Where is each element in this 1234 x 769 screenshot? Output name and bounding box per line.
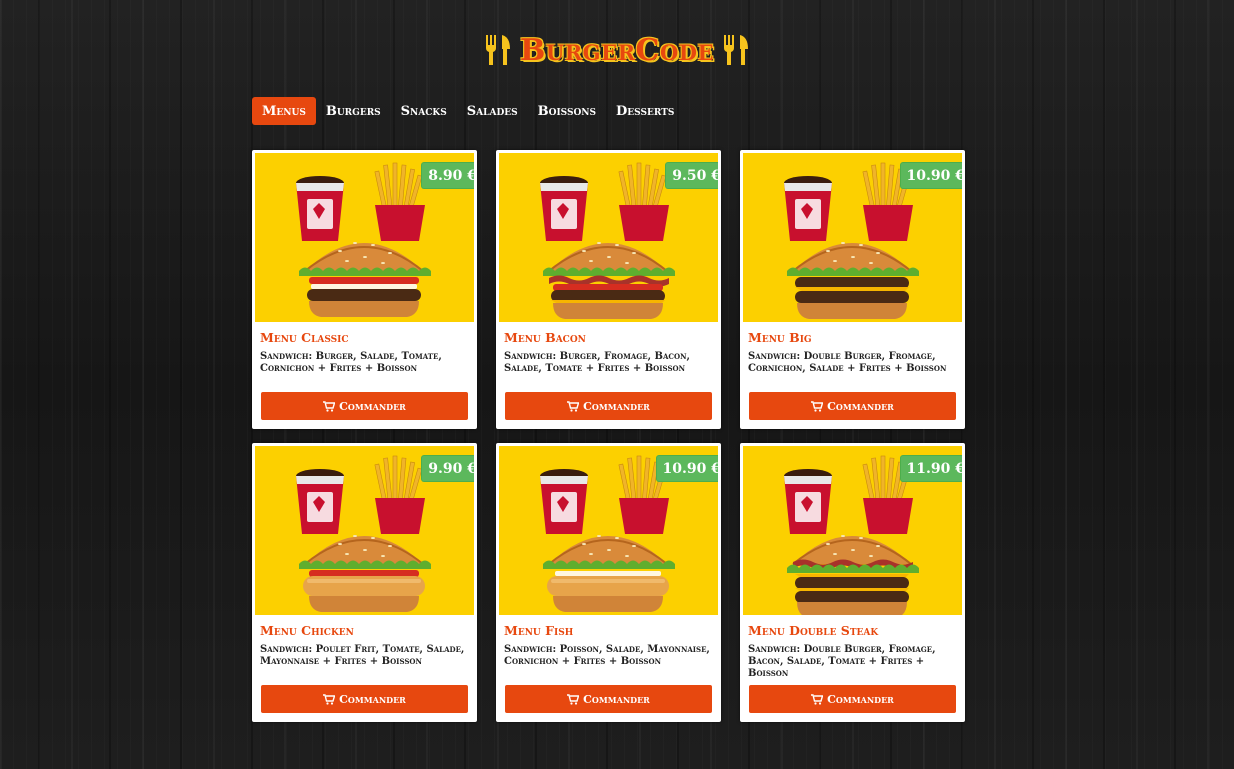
tab-boissons[interactable]: Boissons (528, 97, 606, 125)
price-badge: 10.90 € (900, 163, 962, 188)
menu-image: 10.90 € (743, 153, 962, 322)
menu-title: Menu Double Steak (748, 623, 879, 638)
menu-title: Menu Fish (504, 623, 574, 638)
burger-icon (543, 535, 675, 612)
menu-description: Sandwich: Burger, Fromage, Bacon, Salade… (504, 351, 690, 374)
cart-icon (567, 400, 580, 412)
utensils-icon (486, 35, 511, 65)
order-button-label: Commander (827, 692, 894, 706)
drink-icon (540, 469, 588, 534)
cart-icon (567, 693, 580, 705)
menu-image: 9.50 € (499, 153, 718, 322)
card-body: Menu Fish Sandwich: Poisson, Salade, May… (499, 615, 718, 680)
menu-image: 9.90 € (255, 446, 474, 615)
price-badge: 11.90 € (900, 456, 962, 481)
burger-icon (543, 242, 675, 319)
drink-icon (540, 176, 588, 241)
order-button[interactable]: Commander (505, 392, 712, 420)
menu-card: 10.90 € Menu Big Sandwich: Double Burger… (740, 150, 965, 429)
order-button-label: Commander (339, 399, 406, 413)
menu-description: Sandwich: Poulet Frit, Tomate, Salade, M… (260, 644, 465, 667)
menu-grid: 8.90 € Menu Classic Sandwich: Burger, Sa… (252, 150, 965, 722)
order-button[interactable]: Commander (261, 685, 468, 713)
menu-card: 9.90 € Menu Chicken Sandwich: Poulet Fri… (252, 443, 477, 722)
card-body: Menu Big Sandwich: Double Burger, Fromag… (743, 322, 962, 387)
burger-icon (299, 535, 431, 612)
card-body: Menu Classic Sandwich: Burger, Salade, T… (255, 322, 474, 387)
menu-description: Sandwich: Double Burger, Fromage, Cornic… (748, 351, 947, 374)
order-button[interactable]: Commander (749, 392, 956, 420)
cart-icon (323, 400, 336, 412)
burger-icon (787, 535, 919, 615)
burger-icon (787, 242, 919, 319)
price-badge: 10.90 € (656, 456, 718, 481)
utensils-icon (723, 35, 748, 65)
price-badge: 9.50 € (666, 163, 718, 188)
price-badge: 9.90 € (422, 456, 474, 481)
fries-icon (618, 162, 669, 241)
cart-icon (811, 693, 824, 705)
drink-icon (296, 176, 344, 241)
menu-description: Sandwich: Double Burger, Fromage, Bacon,… (748, 644, 936, 679)
tab-snacks[interactable]: Snacks (391, 97, 457, 125)
menu-title: Menu Bacon (504, 330, 586, 345)
menu-title: Menu Big (748, 330, 812, 345)
price-badge: 8.90 € (422, 163, 474, 188)
menu-description: Sandwich: Burger, Salade, Tomate, Cornic… (260, 351, 442, 374)
menu-title: Menu Chicken (260, 623, 354, 638)
card-body: Menu Bacon Sandwich: Burger, Fromage, Ba… (499, 322, 718, 387)
site-logo: BurgerCode (0, 28, 1234, 72)
fries-icon (374, 455, 425, 534)
menu-card: 10.90 € Menu Fish Sandwich: Poisson, Sal… (496, 443, 721, 722)
card-body: Menu Double Steak Sandwich: Double Burge… (743, 615, 962, 680)
order-button-label: Commander (583, 399, 650, 413)
order-button[interactable]: Commander (505, 685, 712, 713)
brand-name[interactable]: BurgerCode (520, 33, 714, 68)
menu-card: 9.50 € Menu Bacon Sandwich: Burger, From… (496, 150, 721, 429)
order-button[interactable]: Commander (261, 392, 468, 420)
menu-card: 8.90 € Menu Classic Sandwich: Burger, Sa… (252, 150, 477, 429)
order-button-label: Commander (827, 399, 894, 413)
drink-icon (784, 469, 832, 534)
tab-salades[interactable]: Salades (457, 97, 528, 125)
menu-image: 11.90 € (743, 446, 962, 615)
tab-burgers[interactable]: Burgers (316, 97, 391, 125)
drink-icon (784, 176, 832, 241)
card-body: Menu Chicken Sandwich: Poulet Frit, Toma… (255, 615, 474, 680)
cart-icon (811, 400, 824, 412)
menu-title: Menu Classic (260, 330, 349, 345)
drink-icon (296, 469, 344, 534)
order-button[interactable]: Commander (749, 685, 956, 713)
category-tabs: Menus Burgers Snacks Salades Boissons De… (252, 97, 684, 125)
tab-menus[interactable]: Menus (252, 97, 316, 125)
menu-image: 8.90 € (255, 153, 474, 322)
fries-icon (374, 162, 425, 241)
burger-icon (299, 242, 431, 317)
menu-image: 10.90 € (499, 446, 718, 615)
menu-description: Sandwich: Poisson, Salade, Mayonnaise, C… (504, 644, 710, 667)
menu-card: 11.90 € Menu Double Steak Sandwich: Doub… (740, 443, 965, 722)
cart-icon (323, 693, 336, 705)
tab-desserts[interactable]: Desserts (606, 97, 684, 125)
order-button-label: Commander (583, 692, 650, 706)
order-button-label: Commander (339, 692, 406, 706)
